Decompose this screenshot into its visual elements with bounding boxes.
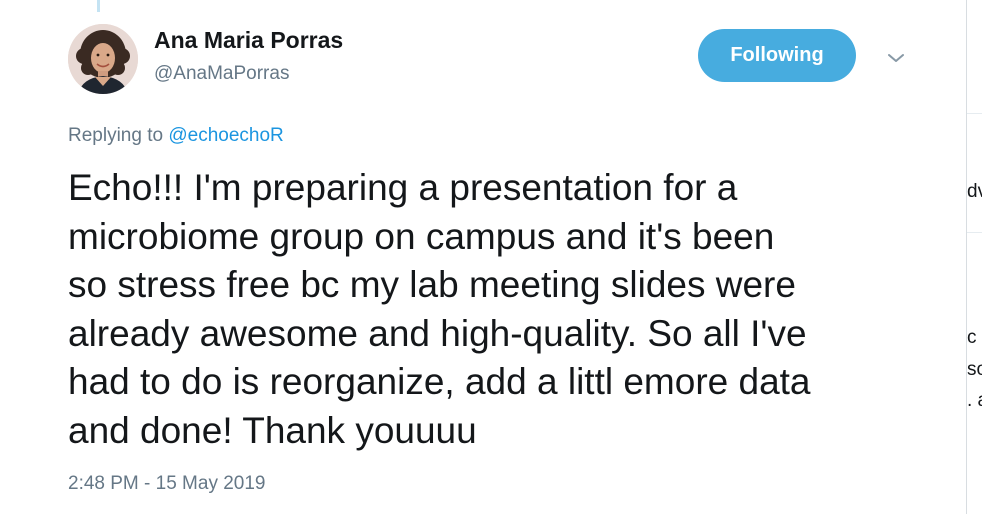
background-text-fragment: dv (967, 181, 982, 202)
background-text-fragment: . a (967, 390, 982, 411)
thread-connector-line (97, 0, 100, 12)
tweet-text: Echo!!! I'm preparing a presentation for… (68, 167, 811, 451)
tweet-timestamp[interactable]: 2:48 PM - 15 May 2019 (68, 473, 266, 495)
background-text-fragment: so (967, 359, 982, 380)
profile-photo-icon (68, 24, 138, 94)
tweet-card: Ana Maria Porras @AnaMaPorras Following … (0, 0, 966, 514)
replying-to-label: Replying to (68, 125, 169, 146)
mention-link[interactable]: @echoechoR (168, 125, 283, 146)
display-name[interactable]: Ana Maria Porras (154, 27, 343, 54)
divider (967, 232, 982, 233)
background-page-edge: dv c so . a (966, 0, 982, 514)
following-button[interactable]: Following (698, 29, 856, 82)
replying-to-line: Replying to @echoechoR (68, 125, 284, 147)
chevron-down-icon (888, 54, 904, 62)
divider (967, 113, 982, 114)
user-handle[interactable]: @AnaMaPorras (154, 63, 289, 85)
background-text-fragment: c (967, 327, 977, 348)
avatar[interactable] (68, 24, 138, 94)
tweet-menu-button[interactable] (878, 42, 914, 74)
